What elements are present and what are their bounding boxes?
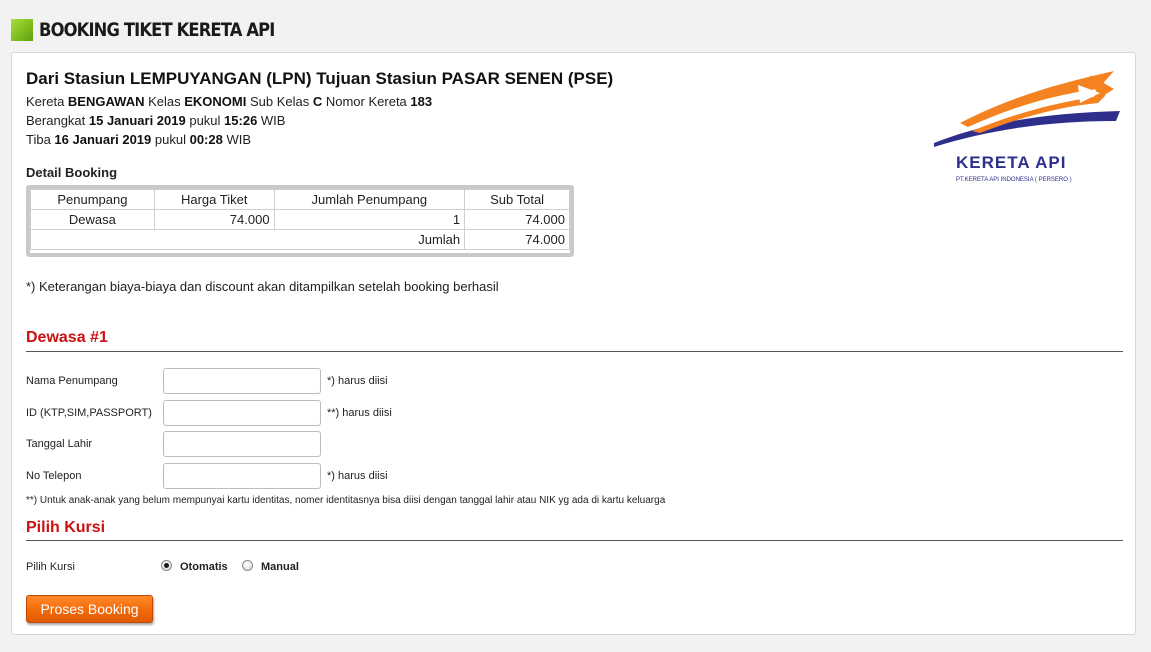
cell-count: 1 [273,209,466,230]
name-label: Nama Penumpang [26,375,118,387]
page-header: BOOKING TIKET KERETA API [11,17,313,43]
green-square-icon [11,19,33,41]
id-footnote: **) Untuk anak-anak yang belum mempunyai… [26,495,666,506]
passenger-name-input[interactable] [163,368,321,394]
logo-text: KERETA API [956,153,1067,172]
cell-subtotal: 74.000 [464,209,570,230]
birthdate-input[interactable] [163,431,321,457]
col-header-subtotal: Sub Total [464,189,570,210]
table-header-row: Penumpang Harga Tiket Jumlah Penumpang S… [30,189,570,210]
booking-panel: Dari Stasiun LEMPUYANGAN (LPN) Tujuan St… [11,52,1136,635]
kereta-api-logo-swoosh-icon [934,71,1120,147]
seat-auto-label[interactable]: Otomatis [180,561,228,573]
passenger-section-title: Dewasa #1 [26,329,108,346]
booking-detail-table: Penumpang Harga Tiket Jumlah Penumpang S… [26,185,574,257]
logo-subtext: PT.KERETA API INDONESIA ( PERSERO ) [956,177,1072,183]
train-info: Kereta BENGAWAN Kelas EKONOMI Sub Kelas … [26,94,433,109]
col-header-harga: Harga Tiket [153,189,275,210]
phone-label: No Telepon [26,470,82,482]
col-header-penumpang: Penumpang [30,189,155,210]
route-title: Dari Stasiun LEMPUYANGAN (LPN) Tujuan St… [26,69,614,88]
proses-booking-button[interactable]: Proses Booking [26,595,153,623]
phone-input[interactable] [163,463,321,489]
cell-price: 74.000 [153,209,275,230]
id-number-input[interactable] [163,400,321,426]
seat-manual-radio[interactable] [242,560,253,571]
birthdate-label: Tanggal Lahir [26,438,93,450]
table-total-row: Jumlah 74.000 [29,229,570,250]
arrival-info: Tiba 16 Januari 2019 pukul 00:28 WIB [26,132,252,147]
total-value: 74.000 [464,229,570,250]
name-required-hint: *) harus diisi [327,375,388,387]
id-label: ID (KTP,SIM,PASSPORT) [26,407,152,419]
phone-required-hint: *) harus diisi [327,470,388,482]
seat-manual-label[interactable]: Manual [261,561,299,573]
page-title: BOOKING TIKET KERETA API [39,19,275,41]
seat-auto-radio[interactable] [161,560,172,571]
seat-label: Pilih Kursi [26,561,75,573]
section-divider [26,351,1123,352]
detail-booking-label: Detail Booking [26,165,118,180]
kereta-api-logo: KERETA API PT.KERETA API INDONESIA ( PER… [930,69,1120,187]
section-divider [26,540,1123,541]
seat-section-title: Pilih Kursi [26,519,106,536]
fee-note: *) Keterangan biaya-biaya dan discount a… [26,279,499,294]
table-row: Dewasa 74.000 1 74.000 [30,209,570,230]
total-label: Jumlah [29,229,466,250]
departure-info: Berangkat 15 Januari 2019 pukul 15:26 WI… [26,113,286,128]
col-header-jumlah: Jumlah Penumpang [273,189,466,210]
id-required-hint: **) harus diisi [327,407,392,419]
cell-passenger: Dewasa [30,209,155,230]
